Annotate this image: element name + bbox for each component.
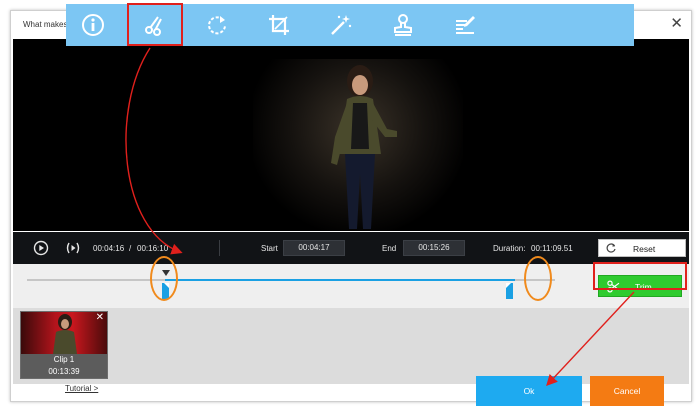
divider	[219, 240, 220, 256]
cancel-button[interactable]: Cancel	[590, 376, 664, 406]
total-time: 00:16:10	[137, 244, 169, 253]
window-close-icon[interactable]: ✕	[670, 16, 683, 31]
start-label: Start	[261, 244, 278, 253]
rotate-tool[interactable]	[202, 10, 232, 40]
trim-button-highlight	[593, 262, 687, 290]
reset-icon	[606, 243, 616, 253]
crop-icon	[269, 15, 289, 35]
clip-strip: ✕ Clip 1 00:13:39	[13, 308, 689, 384]
magic-wand-icon	[331, 15, 352, 35]
end-handle-highlight	[524, 256, 552, 301]
duration-label: Duration:	[493, 244, 526, 253]
trim-dialog-window: What makes ✕ 00:04:16 / 00:16:10 Start 0…	[10, 10, 692, 402]
clip-preview-image	[21, 312, 107, 354]
next-frame-icon[interactable]	[65, 240, 81, 256]
end-time-field[interactable]: 00:15:26	[403, 240, 465, 256]
watermark-tool[interactable]	[388, 10, 418, 40]
clip-thumbnail[interactable]: ✕ Clip 1 00:13:39	[20, 311, 108, 379]
dialog-footer	[11, 384, 691, 401]
current-time: 00:04:16	[93, 244, 125, 253]
trim-timeline: Trim	[13, 264, 689, 308]
edit-text-icon	[456, 16, 475, 34]
subtitle-tool[interactable]	[450, 10, 480, 40]
end-label: End	[382, 244, 397, 253]
play-icon[interactable]	[33, 240, 49, 256]
trim-end-handle[interactable]	[505, 283, 514, 299]
playback-controls-bar: 00:04:16 / 00:16:10 Start 00:04:17 End 0…	[13, 232, 689, 264]
reset-label: Reset	[633, 244, 656, 254]
start-handle-highlight	[150, 256, 178, 301]
info-tool[interactable]	[78, 10, 108, 40]
video-frame-performer	[331, 65, 397, 229]
tutorial-link[interactable]: Tutorial >	[65, 384, 98, 393]
ok-button[interactable]: Ok	[476, 376, 582, 406]
reset-button[interactable]: Reset	[598, 239, 686, 257]
selected-range	[165, 279, 516, 281]
stamp-icon	[394, 14, 412, 36]
video-preview	[13, 39, 689, 231]
duration-value: 00:11:09.51	[531, 244, 573, 253]
clip-duration: 00:13:39	[48, 367, 80, 376]
time-separator: /	[129, 244, 132, 253]
clip-performer-image	[53, 314, 77, 354]
start-time-field[interactable]: 00:04:17	[283, 240, 345, 256]
clip-name: Clip 1	[53, 355, 75, 364]
clip-close-icon[interactable]: ✕	[96, 313, 104, 323]
scissors-tool-highlight	[127, 3, 183, 46]
rotate-icon	[208, 16, 226, 35]
info-icon	[82, 14, 104, 36]
crop-tool[interactable]	[264, 10, 294, 40]
window-title: What makes	[23, 20, 68, 29]
effects-tool[interactable]	[326, 10, 356, 40]
